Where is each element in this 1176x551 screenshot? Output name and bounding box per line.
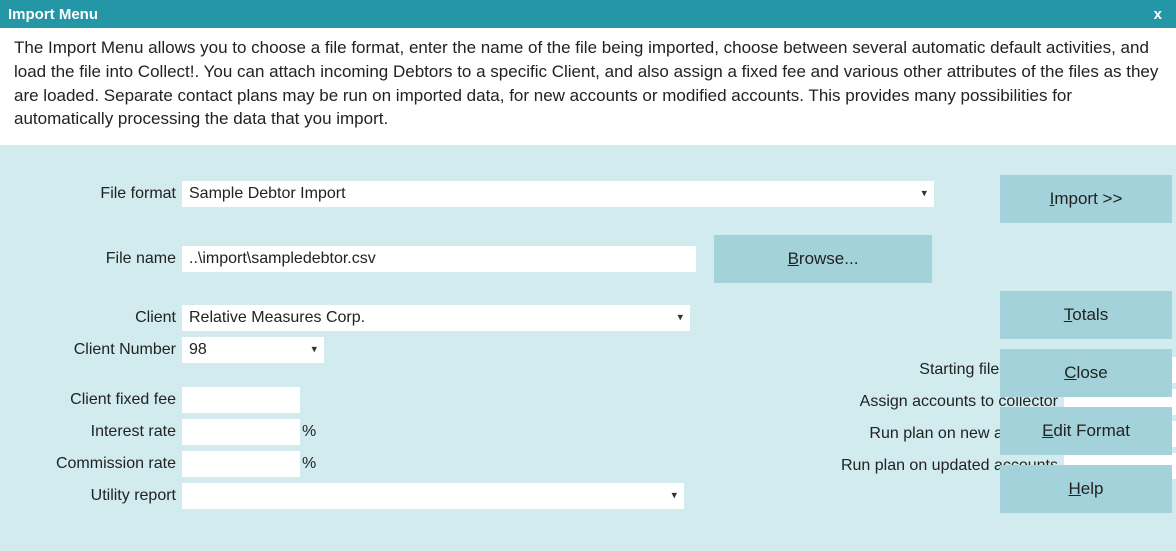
edit-format-button[interactable]: Edit Format: [1000, 407, 1172, 455]
client-label: Client: [14, 309, 182, 327]
file-name-input[interactable]: [182, 246, 696, 272]
client-number-label: Client Number: [14, 341, 182, 359]
utility-report-label: Utility report: [14, 487, 182, 505]
description-text: The Import Menu allows you to choose a f…: [0, 28, 1176, 145]
totals-button[interactable]: Totals: [1000, 291, 1172, 339]
percent-symbol: %: [300, 423, 320, 441]
client-fixed-fee-input[interactable]: [182, 387, 300, 413]
percent-symbol-2: %: [300, 455, 320, 473]
file-name-label: File name: [14, 250, 182, 268]
titlebar: Import Menu x: [0, 0, 1176, 28]
interest-rate-label: Interest rate: [14, 423, 182, 441]
file-format-select[interactable]: [182, 181, 934, 207]
file-format-label: File format: [14, 185, 182, 203]
browse-button[interactable]: BBrowse...rowse...: [714, 235, 932, 283]
import-button[interactable]: Import >>: [1000, 175, 1172, 223]
close-button[interactable]: Close: [1000, 349, 1172, 397]
window-title: Import Menu: [8, 6, 98, 23]
help-button[interactable]: Help: [1000, 465, 1172, 513]
interest-rate-input[interactable]: [182, 419, 300, 445]
side-buttons: Import >> Totals Close Edit Format Help: [1000, 175, 1172, 523]
close-icon[interactable]: x: [1148, 6, 1168, 23]
client-fixed-fee-label: Client fixed fee: [14, 391, 182, 409]
client-number-select[interactable]: [182, 337, 324, 363]
form-area: File format File name BBrowse...rowse...…: [0, 145, 1176, 551]
utility-report-select[interactable]: [182, 483, 684, 509]
commission-rate-label: Commission rate: [14, 455, 182, 473]
client-select[interactable]: [182, 305, 690, 331]
commission-rate-input[interactable]: [182, 451, 300, 477]
